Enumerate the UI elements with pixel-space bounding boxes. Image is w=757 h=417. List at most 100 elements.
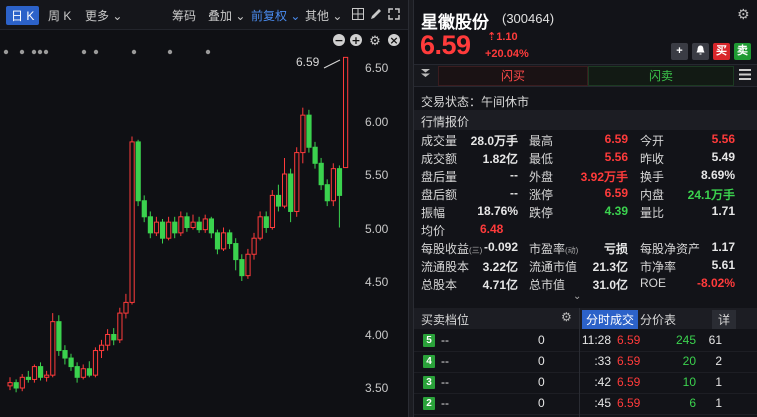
candle-body[interactable] <box>336 168 343 196</box>
event-marker[interactable] <box>43 49 49 55</box>
add-watchlist-button[interactable]: + <box>671 43 688 60</box>
expand-icon[interactable] <box>387 8 400 21</box>
candle-body[interactable] <box>178 216 184 234</box>
event-marker[interactable] <box>37 49 43 55</box>
event-marker[interactable] <box>93 49 99 55</box>
menu-icon[interactable] <box>739 69 751 83</box>
flash-sell-button[interactable]: 闪卖 <box>588 66 734 86</box>
other-dropdown[interactable]: 其他 ⌄ <box>305 7 342 24</box>
candle-body[interactable] <box>117 312 123 341</box>
candle-body[interactable] <box>294 152 300 212</box>
alert-button[interactable] <box>692 43 709 60</box>
event-marker[interactable] <box>205 49 211 55</box>
candle-body[interactable] <box>123 301 129 314</box>
quote-label: 总市值 <box>529 278 566 292</box>
expand-chevron-icon[interactable]: ⌄ <box>573 291 581 302</box>
candle-body[interactable] <box>7 382 13 387</box>
candle-body[interactable] <box>135 141 141 202</box>
settings-gear-icon[interactable]: ⚙ <box>561 310 572 324</box>
candle-body[interactable] <box>129 141 135 303</box>
candle-body[interactable] <box>44 374 50 378</box>
more-dropdown[interactable]: 更多 ⌄ <box>85 7 122 24</box>
candle-body[interactable] <box>13 382 19 389</box>
candle-body[interactable] <box>172 221 178 234</box>
collapse-icon[interactable] <box>421 68 430 81</box>
candle-body[interactable] <box>196 221 202 231</box>
candle-body[interactable] <box>141 200 147 218</box>
candle-body[interactable] <box>227 232 233 245</box>
candle-body[interactable] <box>80 368 86 378</box>
candle-body[interactable] <box>257 216 263 239</box>
flash-buy-button[interactable]: 闪买 <box>438 66 588 86</box>
candle-body[interactable] <box>202 218 208 231</box>
candle-body[interactable] <box>312 146 318 164</box>
candle-body[interactable] <box>19 376 25 389</box>
candle-body[interactable] <box>86 368 93 376</box>
candle-body[interactable] <box>190 221 196 228</box>
candle-body[interactable] <box>62 350 68 359</box>
candle-body[interactable] <box>184 216 190 229</box>
candle-body[interactable] <box>330 168 336 202</box>
bid-volume: 0 <box>538 333 545 347</box>
candle-body[interactable] <box>288 173 294 212</box>
candle-body[interactable] <box>282 173 288 207</box>
candle-body[interactable] <box>208 218 215 234</box>
candle-body[interactable] <box>245 253 251 277</box>
chips-button[interactable]: 筹码 <box>172 7 196 24</box>
chart-settings-icon[interactable]: ⚙ <box>369 34 381 49</box>
event-marker[interactable] <box>31 49 37 55</box>
candle-body[interactable] <box>233 243 239 261</box>
candle-body[interactable] <box>324 184 330 202</box>
event-marker[interactable] <box>3 49 9 55</box>
candle-body[interactable] <box>99 344 105 352</box>
candle-body[interactable] <box>251 237 257 255</box>
candle-body[interactable] <box>105 334 111 346</box>
y-tick-label: 3.50 <box>365 381 389 395</box>
candle-body[interactable] <box>56 321 62 352</box>
candle-body[interactable] <box>111 334 117 341</box>
candle-body[interactable] <box>300 114 306 154</box>
tab-day-k[interactable]: 日 K <box>6 6 40 25</box>
bid-price: -- <box>441 333 449 347</box>
buy-button[interactable]: 买 <box>713 43 730 60</box>
candle-body[interactable] <box>74 366 80 378</box>
grid-icon[interactable] <box>351 8 364 21</box>
tab-time-sales[interactable]: 分时成交 <box>582 310 639 329</box>
candle-body[interactable] <box>92 350 99 376</box>
candle-body[interactable] <box>263 216 269 229</box>
event-marker[interactable] <box>19 49 25 55</box>
quote-value: -- <box>510 186 518 200</box>
tick-price: 6.59 <box>617 375 641 389</box>
candle-body[interactable] <box>221 232 227 250</box>
candle-body[interactable] <box>166 221 172 239</box>
event-marker[interactable] <box>81 49 87 55</box>
tab-week-k[interactable]: 周 K <box>48 7 71 24</box>
event-marker[interactable] <box>167 49 173 55</box>
candle-body[interactable] <box>239 259 245 277</box>
candle-body[interactable] <box>25 376 31 380</box>
candle-body[interactable] <box>38 366 44 378</box>
candle-body[interactable] <box>275 194 282 207</box>
event-marker[interactable] <box>131 49 137 55</box>
candle-body[interactable] <box>318 162 324 186</box>
candle-body[interactable] <box>214 232 221 250</box>
detail-button[interactable]: 详 <box>712 310 737 329</box>
candle-body[interactable] <box>31 366 38 380</box>
candle-body[interactable] <box>50 321 56 376</box>
tick-count: 61 <box>708 333 722 347</box>
kline-chart[interactable]: 6.59 − + × ⚙ <box>0 30 408 417</box>
candle-body[interactable] <box>160 221 166 239</box>
candle-body[interactable] <box>153 221 160 234</box>
candle-body[interactable] <box>147 216 154 234</box>
candle-body[interactable] <box>306 114 312 148</box>
adjust-dropdown[interactable]: 前复权 ⌄ <box>251 7 300 24</box>
candle-body[interactable] <box>343 56 349 169</box>
quote-title: 行情报价 <box>421 115 470 129</box>
pen-icon[interactable] <box>369 8 382 21</box>
tab-price-table[interactable]: 分价表 <box>636 310 680 329</box>
overlay-dropdown[interactable]: 叠加 ⌄ <box>208 7 245 24</box>
candle-body[interactable] <box>269 194 275 228</box>
candle-body[interactable] <box>68 357 74 368</box>
sell-button[interactable]: 卖 <box>734 43 751 60</box>
settings-gear-icon[interactable]: ⚙ <box>737 6 750 23</box>
